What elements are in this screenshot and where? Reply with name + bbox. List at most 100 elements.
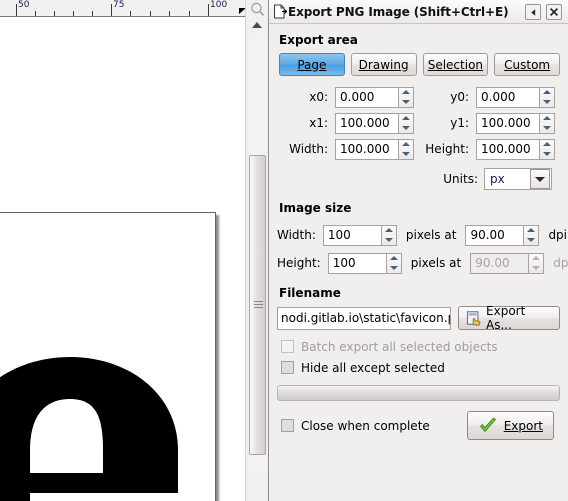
spin-up-icon[interactable] (543, 142, 551, 147)
units-dropdown[interactable]: px (484, 168, 552, 190)
canvas-vertical-scrollbar[interactable] (245, 0, 268, 501)
coordinate-row-width-height: Width: 100.000 Height: 100.000 (277, 136, 560, 162)
x1-spin-buttons[interactable] (398, 112, 414, 134)
spin-down-icon[interactable] (527, 237, 536, 242)
filename-row: nodi.gitlab.io\static\favicon.png Export… (277, 304, 560, 332)
horizontal-ruler[interactable]: 50 75 100 (0, 0, 268, 17)
area-height-label: Height: (425, 142, 469, 156)
magnifier-icon[interactable] (250, 2, 265, 17)
image-width-dpi-input[interactable]: 90.00 (465, 224, 524, 246)
scrollbar-grip-icon (254, 301, 263, 310)
image-height-dpi-input: 90.00 (470, 252, 529, 274)
area-width-label: Width: (289, 142, 328, 156)
y0-input[interactable]: 0.000 (476, 86, 539, 108)
chevron-down-icon[interactable] (530, 169, 550, 189)
image-width-pixels-at-label: pixels at (405, 228, 457, 242)
dock-left-arrow-icon[interactable] (525, 4, 541, 20)
export-area-page-button[interactable]: Page (279, 53, 345, 76)
hide-all-label: Hide all except selected (301, 360, 445, 375)
spin-up-icon[interactable] (543, 116, 551, 121)
canvas-viewport[interactable] (0, 17, 245, 501)
export-area-heading: Export area (279, 33, 358, 47)
scrollbar-thumb[interactable] (249, 155, 266, 455)
spin-down-icon[interactable] (402, 151, 410, 156)
area-height-spin-buttons[interactable] (539, 138, 555, 160)
image-width-spin-buttons[interactable] (380, 224, 397, 246)
spin-down-icon[interactable] (384, 237, 393, 242)
dialog-title: Export PNG Image (Shift+Ctrl+E) (288, 4, 509, 19)
spin-down-icon[interactable] (543, 99, 551, 104)
image-width-label: Width: (277, 228, 316, 242)
batch-export-checkbox (281, 340, 294, 353)
spin-down-icon[interactable] (543, 151, 551, 156)
coordinate-row-x0-y0: x0: 0.000 y0: 0.000 (277, 84, 560, 110)
x0-input[interactable]: 0.000 (335, 86, 398, 108)
spin-down-icon[interactable] (543, 125, 551, 130)
spin-up-icon[interactable] (384, 228, 393, 233)
image-height-spin-buttons[interactable] (385, 252, 402, 274)
x0-spinner[interactable]: 0.000 (335, 86, 414, 108)
x1-spinner[interactable]: 100.000 (335, 112, 414, 134)
ruler-label-50: 50 (18, 0, 30, 10)
image-height-label: Height: (277, 256, 321, 270)
area-height-spinner[interactable]: 100.000 (476, 138, 555, 160)
export-area-drawing-button[interactable]: Drawing (350, 53, 417, 76)
coordinate-row-x1-y1: x1: 100.000 y1: 100.000 (277, 110, 560, 136)
image-height-spinner[interactable]: 100 (327, 252, 402, 274)
export-as-hand-icon (466, 311, 481, 326)
y1-spin-buttons[interactable] (539, 112, 555, 134)
spin-down-icon[interactable] (402, 99, 410, 104)
area-width-spin-buttons[interactable] (398, 138, 414, 160)
y0-spinner[interactable]: 0.000 (476, 86, 555, 108)
spin-down-icon[interactable] (402, 125, 410, 130)
image-width-input[interactable]: 100 (322, 224, 381, 246)
spin-down-icon[interactable] (389, 265, 398, 270)
export-area-button-group: Page Drawing Selection Custom (279, 53, 560, 76)
close-when-complete-row[interactable]: Close when complete (281, 415, 430, 436)
dialog-titlebar[interactable]: Export PNG Image (Shift+Ctrl+E) (269, 0, 568, 24)
y1-spinner[interactable]: 100.000 (476, 112, 555, 134)
export-as-button[interactable]: Export As... (457, 304, 560, 332)
image-height-input[interactable]: 100 (327, 252, 386, 274)
image-size-heading: Image size (279, 201, 352, 215)
batch-export-checkbox-row: Batch export all selected objects (281, 336, 560, 357)
export-button[interactable]: Export (466, 411, 554, 440)
spin-up-icon[interactable] (402, 116, 410, 121)
image-width-dpi-spinner[interactable]: 90.00 (465, 224, 540, 246)
image-width-spinner[interactable]: 100 (322, 224, 397, 246)
spin-up-icon[interactable] (402, 90, 410, 95)
filename-input[interactable]: nodi.gitlab.io\static\favicon.png (277, 306, 451, 330)
y0-label: y0: (450, 90, 469, 104)
image-width-dpi-spin-buttons[interactable] (523, 224, 540, 246)
export-area-custom-button[interactable]: Custom (494, 53, 560, 76)
y1-input[interactable]: 100.000 (476, 112, 539, 134)
spin-up-icon[interactable] (402, 142, 410, 147)
image-height-dpi-spin-buttons (528, 252, 545, 274)
canvas-area: 50 75 100 (0, 0, 268, 501)
batch-export-label: Batch export all selected objects (301, 339, 498, 354)
image-width-row: Width: 100 pixels at 90.00 dpi (277, 221, 567, 249)
x0-spin-buttons[interactable] (398, 86, 414, 108)
x1-input[interactable]: 100.000 (335, 112, 398, 134)
units-row: Units: px (277, 166, 560, 192)
dialog-bottom-row: Close when complete Export (277, 411, 560, 440)
export-png-dialog: Export PNG Image (Shift+Ctrl+E) Export a… (268, 0, 568, 501)
close-when-complete-checkbox[interactable] (281, 419, 294, 432)
spin-down-icon (532, 265, 541, 270)
units-selected-value: px (490, 172, 505, 186)
export-area-coordinates: x0: 0.000 y0: 0.000 x1: 100.000 y1: 100.… (277, 84, 560, 162)
area-width-input[interactable]: 100.000 (335, 138, 398, 160)
hide-all-checkbox[interactable] (281, 361, 294, 374)
spin-up-icon[interactable] (527, 228, 536, 233)
image-height-pixels-at-label: pixels at (410, 256, 462, 270)
letter-e-glyph[interactable] (0, 355, 210, 501)
y0-spin-buttons[interactable] (539, 86, 555, 108)
scroll-up-arrow-icon[interactable] (252, 22, 262, 28)
hide-all-checkbox-row[interactable]: Hide all except selected (281, 357, 560, 378)
area-height-input[interactable]: 100.000 (476, 138, 539, 160)
close-x-icon[interactable] (546, 4, 562, 20)
spin-up-icon[interactable] (543, 90, 551, 95)
area-width-spinner[interactable]: 100.000 (335, 138, 414, 160)
spin-up-icon[interactable] (389, 256, 398, 261)
export-area-selection-button[interactable]: Selection (422, 53, 489, 76)
